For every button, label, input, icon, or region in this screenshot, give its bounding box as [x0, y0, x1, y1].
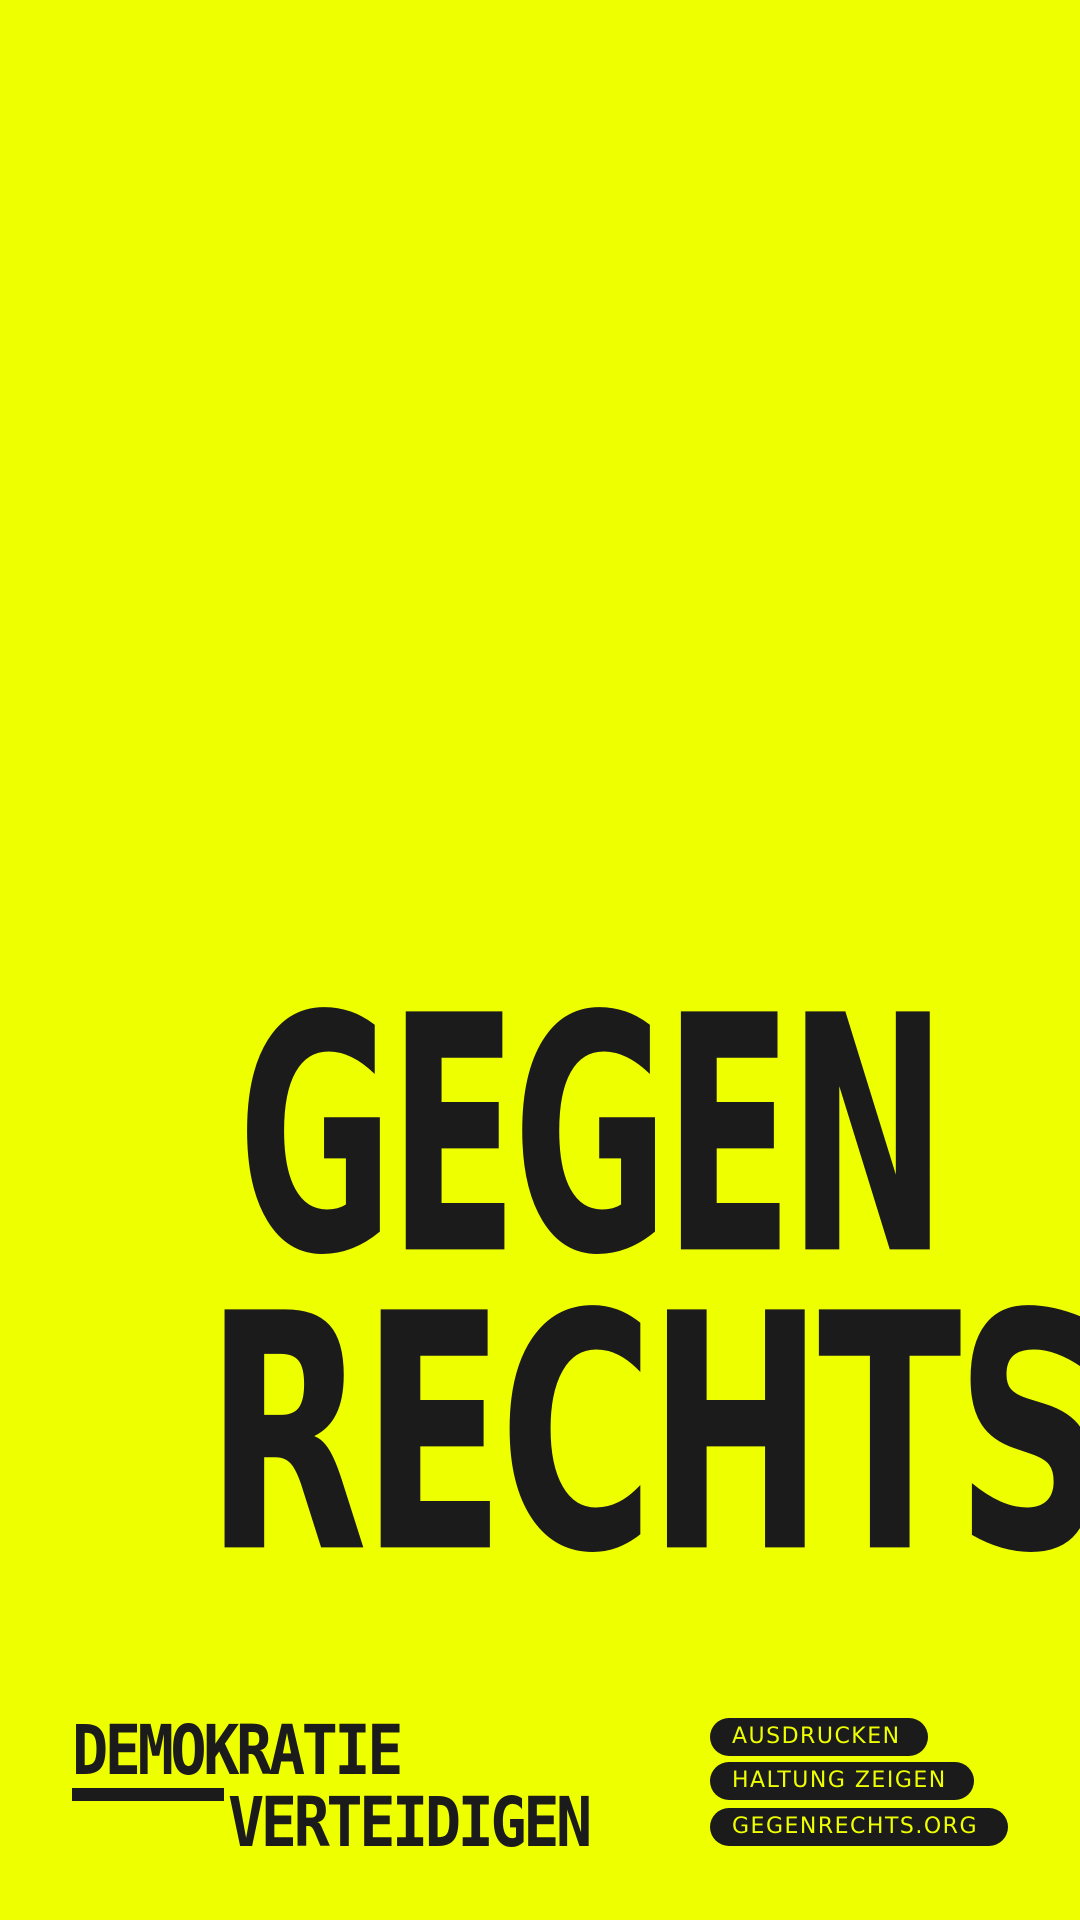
headline-line-1: GEGEN	[237, 946, 948, 1328]
logo-rule	[72, 1788, 224, 1801]
demokratie-verteidigen-logo: DEMOKRATIE VERTEIDIGEN	[72, 1710, 672, 1857]
pill-website: GEGENRECHTS.ORG	[710, 1808, 1008, 1846]
logo-line-2: VERTEIDIGEN	[228, 1782, 592, 1863]
pill-ausdrucken: AUSDRUCKEN	[710, 1718, 928, 1756]
logo-line-1: DEMOKRATIE	[72, 1710, 403, 1791]
headline-line-2: RECHTS	[205, 1244, 1080, 1626]
pill-haltung-zeigen: HALTUNG ZEIGEN	[710, 1762, 974, 1800]
pill-list: AUSDRUCKEN HALTUNG ZEIGEN GEGENRECHTS.OR…	[710, 1718, 1050, 1858]
poster: GEGEN RECHTS DEMOKRATIE VERTEIDIGEN AUSD…	[0, 0, 1080, 1920]
